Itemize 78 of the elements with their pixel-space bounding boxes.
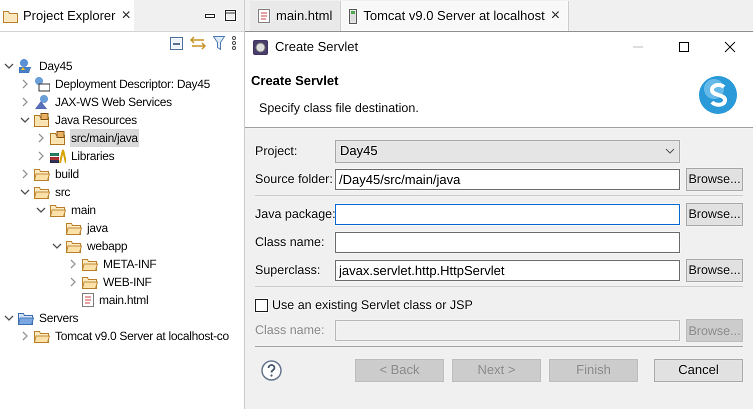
- text-field[interactable]: [335, 232, 680, 252]
- editor-tab[interactable]: main.html: [250, 1, 342, 31]
- gear-icon: [253, 40, 268, 54]
- chevron-down-icon[interactable]: [4, 313, 14, 323]
- tree-item[interactable]: main.html: [98, 291, 150, 309]
- folder-icon: [66, 240, 82, 252]
- text-field[interactable]: javax.servlet.http.HttpServlet: [335, 260, 680, 280]
- field-label: Class name:: [255, 322, 326, 340]
- tree-item[interactable]: Libraries: [70, 147, 116, 165]
- folder-icon: [3, 8, 19, 22]
- dialog-description: Specify class file destination.: [258, 100, 419, 117]
- tree-item[interactable]: Java Resources: [54, 111, 138, 129]
- link-arrows-icon[interactable]: [190, 36, 206, 50]
- field-label: Class name:: [255, 234, 326, 251]
- panel-title: Project Explorer: [23, 6, 116, 25]
- books-icon: [50, 149, 66, 163]
- folder-icon: [34, 330, 50, 342]
- tree-item[interactable]: java: [86, 219, 109, 237]
- checkbox[interactable]: [255, 298, 268, 312]
- chevron-down-icon[interactable]: [20, 115, 30, 125]
- tab-label: Tomcat v9.0 Server at localhost: [363, 7, 545, 26]
- more-icon[interactable]: [232, 36, 236, 50]
- tree-item[interactable]: build: [54, 165, 80, 183]
- text-field[interactable]: /Day45/src/main/java: [335, 168, 680, 190]
- close-icon[interactable]: ×: [550, 8, 560, 24]
- tree-item[interactable]: Servers: [38, 309, 80, 327]
- close-icon[interactable]: ×: [121, 8, 131, 24]
- chevron-down-icon[interactable]: [4, 61, 14, 71]
- editor-tab[interactable]: Tomcat v9.0 Server at localhost ×: [341, 1, 570, 31]
- explorer-tab[interactable]: Project Explorer ×: [0, 0, 134, 31]
- folder-icon: [82, 258, 98, 270]
- logo-icon: [697, 74, 739, 116]
- tree-item[interactable]: META-INF: [102, 255, 158, 273]
- dialog-heading: Create Servlet: [251, 72, 340, 90]
- folder-icon: [82, 276, 98, 288]
- tree-item[interactable]: main: [70, 201, 97, 219]
- help-icon[interactable]: [261, 360, 282, 380]
- document-icon: [258, 9, 270, 23]
- tab-label: main.html: [276, 7, 332, 26]
- dialog-button[interactable]: Cancel: [654, 358, 743, 382]
- project-dropdown[interactable]: Day45: [335, 140, 680, 162]
- tree-item[interactable]: webapp: [86, 237, 128, 255]
- package-folder-icon: [50, 131, 66, 145]
- tree-item[interactable]: JAX-WS Web Services: [54, 93, 173, 111]
- tree-item[interactable]: Tomcat v9.0 Server at localhost-co: [54, 327, 230, 345]
- minimize-icon[interactable]: [205, 14, 215, 18]
- maximize-icon[interactable]: [225, 10, 236, 21]
- browse-button[interactable]: Browse...: [686, 258, 743, 282]
- chevron-down-icon[interactable]: [52, 241, 62, 251]
- field-label: Superclass:: [255, 262, 322, 279]
- field-label: Java package:: [255, 206, 335, 223]
- tree-item[interactable]: Day45: [38, 57, 74, 75]
- web-service-icon: [34, 94, 50, 110]
- tree-item[interactable]: src/main/java: [70, 129, 139, 147]
- tree-item[interactable]: WEB-INF: [102, 273, 153, 291]
- document-icon: [82, 293, 94, 307]
- window-title: Create Servlet: [275, 38, 358, 56]
- filter-icon[interactable]: [213, 36, 225, 50]
- browse-button[interactable]: Browse...: [686, 168, 743, 191]
- tree-item[interactable]: Deployment Descriptor: Day45: [54, 75, 212, 93]
- project-icon: [18, 58, 34, 74]
- browse-button[interactable]: Browse...: [686, 202, 743, 226]
- folder-icon: [34, 186, 50, 198]
- text-field[interactable]: [335, 204, 680, 224]
- descriptor-icon: [34, 76, 50, 92]
- chevron-down-icon: [665, 148, 675, 154]
- folder-icon: [66, 222, 82, 234]
- chevron-right-icon[interactable]: [20, 331, 30, 341]
- folder-icon: [34, 168, 50, 180]
- folder-icon: [50, 204, 66, 216]
- collapse-all-icon[interactable]: [170, 36, 183, 50]
- folder-icon: [18, 312, 34, 324]
- field-label: Source folder:: [255, 170, 334, 188]
- tree-item[interactable]: src: [54, 183, 72, 201]
- package-folder-icon: [34, 113, 50, 127]
- server-icon: [349, 8, 358, 24]
- field-label: Project:: [255, 142, 298, 160]
- checkbox-label: Use an existing Servlet class or JSP: [272, 296, 473, 314]
